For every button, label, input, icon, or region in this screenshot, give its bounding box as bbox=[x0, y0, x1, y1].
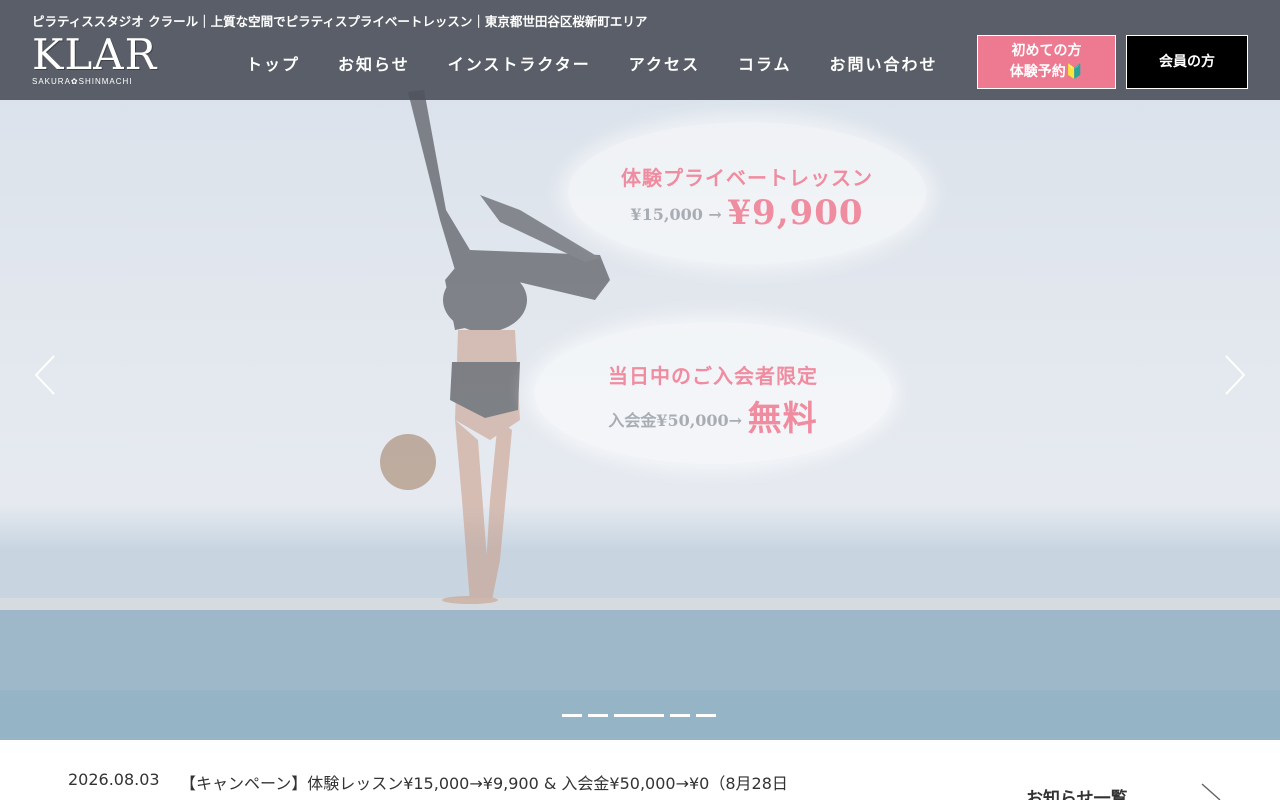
promo-enrollment-price: 入会金¥50,000→ 無料 bbox=[534, 391, 892, 440]
promo-enrollment-title: 当日中のご入会者限定 bbox=[608, 364, 818, 388]
slider-next-arrow-icon[interactable] bbox=[1222, 352, 1248, 398]
slider-pagination bbox=[562, 714, 716, 717]
trial-button-line1: 初めての方 bbox=[1011, 43, 1082, 59]
promo-trial-new-price: ¥9,900 bbox=[727, 193, 864, 233]
nav-news[interactable]: お知らせ bbox=[338, 51, 410, 75]
trial-button-line2: 体験予約🔰 bbox=[1009, 64, 1084, 80]
slider-dot[interactable] bbox=[588, 714, 608, 717]
slider-dot[interactable] bbox=[562, 714, 582, 717]
arrow-right-icon[interactable] bbox=[1200, 782, 1224, 800]
promo-trial-lesson: 体験プライベートレッスン ¥15,000 → ¥9,900 bbox=[568, 122, 926, 264]
nav-contact[interactable]: お問い合わせ bbox=[829, 51, 937, 75]
news-date: 2026.08.03 bbox=[68, 770, 160, 789]
promo-enrollment-free: 無料 bbox=[747, 399, 818, 439]
site-logo[interactable]: KLAR SAKURA✿SHINMACHI bbox=[32, 34, 162, 90]
news-title-link[interactable]: 【キャンペーン】体験レッスン¥15,000→¥9,900 & 入会金¥50,00… bbox=[180, 770, 788, 794]
nav-access[interactable]: アクセス bbox=[629, 51, 700, 75]
slider-dot[interactable] bbox=[670, 714, 690, 717]
slider-prev-arrow-icon[interactable] bbox=[32, 352, 58, 398]
site-header: ピラティススタジオ クラール｜上質な空間でピラティスプライベートレッスン｜東京都… bbox=[0, 0, 1280, 100]
nav-top[interactable]: トップ bbox=[246, 51, 300, 75]
promo-enrollment: 当日中のご入会者限定 入会金¥50,000→ 無料 bbox=[534, 322, 892, 464]
promo-trial-title: 体験プライベートレッスン bbox=[621, 166, 873, 190]
slider-dot[interactable] bbox=[696, 714, 716, 717]
nav-instructor[interactable]: インストラクター bbox=[448, 51, 591, 75]
main-nav: トップ お知らせ インストラクター アクセス コラム お問い合わせ bbox=[246, 51, 976, 75]
slider-dot-active[interactable] bbox=[614, 714, 664, 717]
hero-slider: 体験プライベートレッスン ¥15,000 → ¥9,900 当日中のご入会者限定… bbox=[0, 0, 1280, 740]
promo-trial-old-price: ¥15,000 → bbox=[630, 205, 722, 224]
news-list-link[interactable]: お知らせ一覧 bbox=[1026, 784, 1128, 800]
nav-column[interactable]: コラム bbox=[738, 51, 792, 75]
promo-enrollment-old-price: 入会金¥50,000→ bbox=[608, 411, 743, 430]
promo-trial-price: ¥15,000 → ¥9,900 bbox=[568, 193, 926, 233]
trial-booking-button[interactable]: 初めての方 体験予約🔰 bbox=[977, 35, 1116, 89]
site-tagline: ピラティススタジオ クラール｜上質な空間でピラティスプライベートレッスン｜東京都… bbox=[32, 14, 648, 29]
member-button[interactable]: 会員の方 bbox=[1126, 35, 1248, 89]
news-bar: 2026.08.03 【キャンペーン】体験レッスン¥15,000→¥9,900 … bbox=[0, 740, 1280, 800]
logo-wordmark: KLAR bbox=[32, 30, 158, 79]
